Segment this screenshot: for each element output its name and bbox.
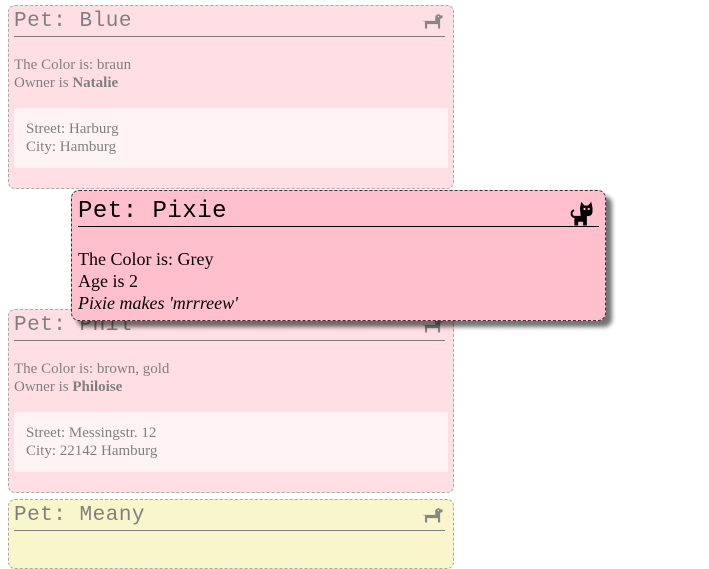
owner-line: Owner is Philoise: [14, 379, 123, 395]
color-line: The Color is: brown, gold: [14, 361, 170, 377]
pet-card-meany[interactable]: Pet: Meany: [8, 499, 454, 569]
address-box: Street: Messingstr. 12 City: 22142 Hambu…: [14, 412, 448, 472]
city-line: City: 22142 Hamburg: [26, 443, 158, 459]
owner-name: Philoise: [72, 379, 123, 395]
pet-card-header: Pet: Meany: [14, 500, 445, 531]
pet-info: The Color is: Grey Age is 2 Pixie makes …: [72, 227, 605, 314]
pet-title: Pet: Blue: [14, 10, 132, 33]
dog-icon: [419, 9, 445, 35]
pet-card-header: Pet: Blue: [14, 6, 445, 37]
owner-line: Owner is Natalie: [14, 75, 119, 91]
pet-info: The Color is: braun Owner is Natalie: [9, 37, 453, 92]
sound-line: Pixie makes 'mrrreew': [78, 293, 238, 313]
cat-icon: [565, 198, 595, 228]
pet-title: Pet: Meany: [14, 504, 146, 527]
color-line: The Color is: Grey: [78, 249, 214, 269]
color-line: The Color is: braun: [14, 57, 132, 73]
street-line: Street: Messingstr. 12: [26, 425, 157, 441]
pet-card-pixie[interactable]: Pet: Pixie The Color is: Grey Age is 2 P…: [71, 190, 606, 321]
street-line: Street: Harburg: [26, 121, 119, 137]
city-line: City: Hamburg: [26, 139, 117, 155]
age-line: Age is 2: [78, 271, 138, 291]
address-box: Street: Harburg City: Hamburg: [14, 108, 448, 168]
pet-title: Pet: Pixie: [78, 198, 228, 225]
pet-info: The Color is: brown, gold Owner is Philo…: [9, 341, 453, 396]
pet-card-blue[interactable]: Pet: Blue The Color is: braun Owner is N…: [8, 5, 454, 189]
owner-name: Natalie: [72, 75, 119, 91]
dog-icon: [419, 503, 445, 529]
pet-card-phil[interactable]: Pet: Phil The Color is: brown, gold Owne…: [8, 309, 454, 493]
pet-card-header: Pet: Pixie: [78, 191, 599, 227]
